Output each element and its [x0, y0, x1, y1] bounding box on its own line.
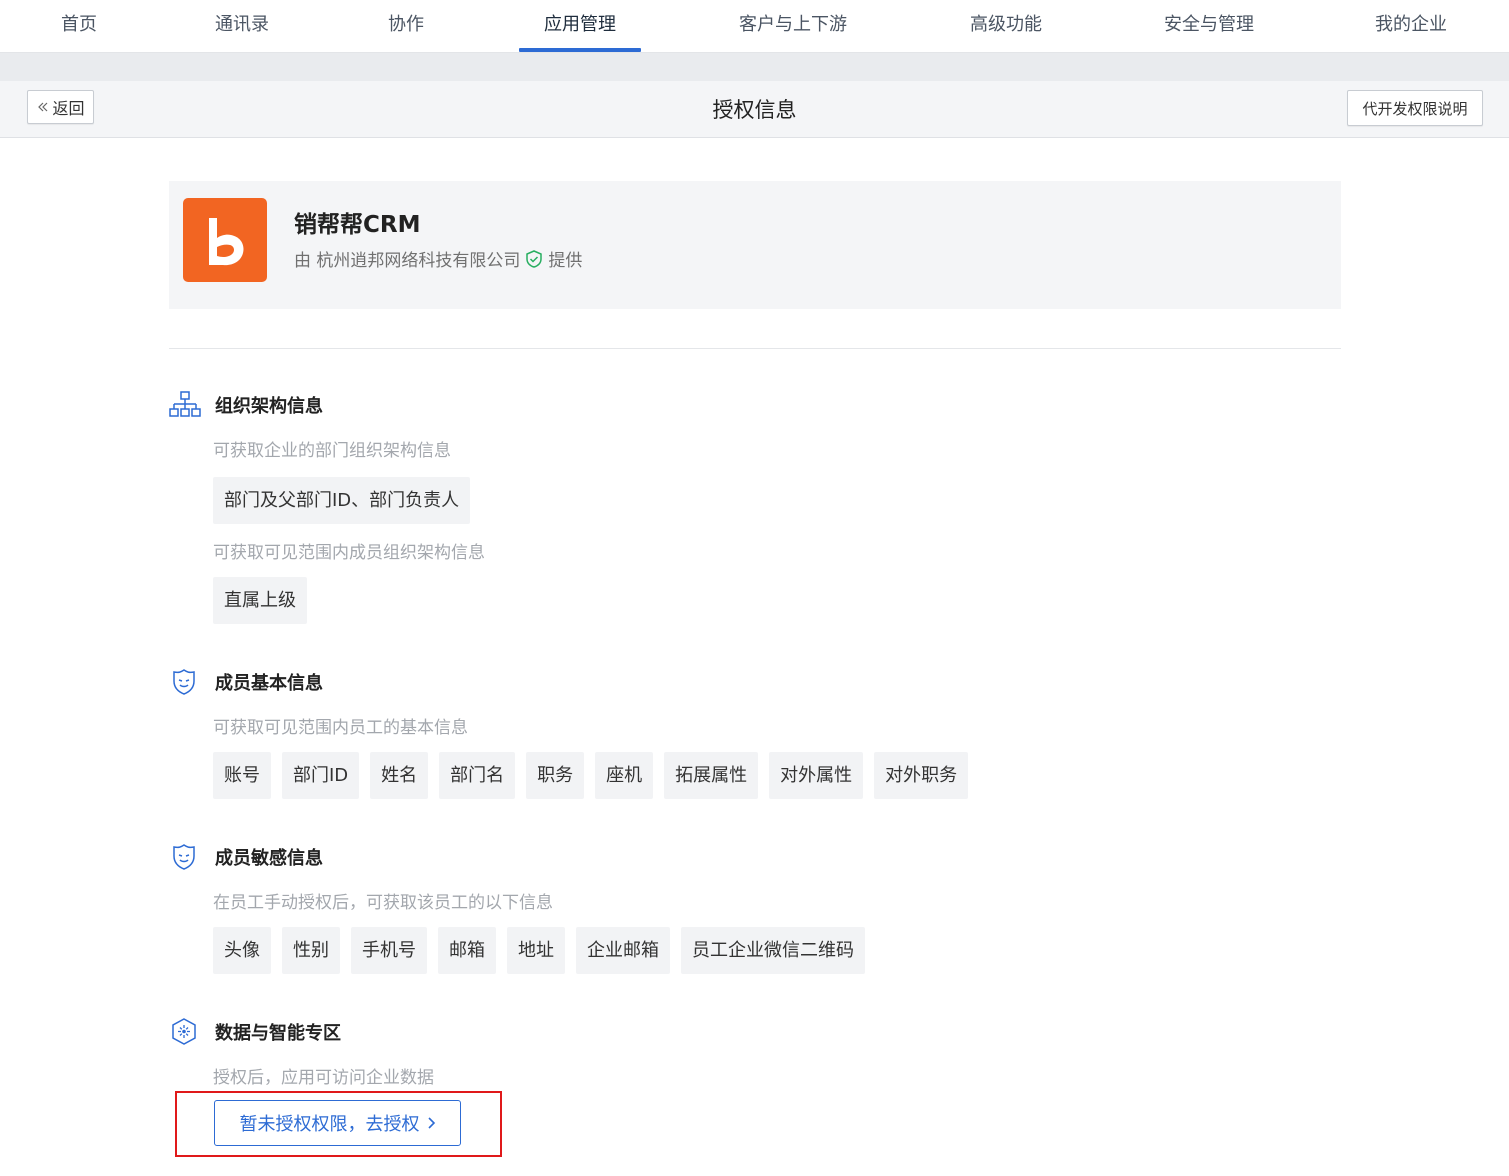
permission-tag: 性别 — [282, 927, 340, 974]
app-info-card: 销帮帮CRM 由 杭州逍邦网络科技有限公司 提供 — [169, 181, 1341, 309]
nav-item-my-enterprise[interactable]: 我的企业 — [1375, 0, 1447, 52]
permission-tag: 地址 — [507, 927, 565, 974]
permission-tag: 员工企业微信二维码 — [681, 927, 865, 974]
permission-tag: 手机号 — [351, 927, 427, 974]
section-member-basic: 成员基本信息 可获取可见范围内员工的基本信息 账号 部门ID 姓名 部门名 职务… — [169, 667, 1341, 807]
section-description: 在员工手动授权后，可获取该员工的以下信息 — [213, 893, 553, 913]
section-data-intelligence: 数据与智能专区 授权后，应用可访问企业数据 — [169, 1017, 1341, 1097]
shield-face-icon — [169, 667, 199, 697]
page-header: 返回 授权信息 代开发权限说明 — [0, 81, 1509, 138]
section-description: 可获取企业的部门组织架构信息 — [213, 441, 451, 461]
permission-tag: 企业邮箱 — [576, 927, 670, 974]
permission-tag: 拓展属性 — [664, 752, 759, 799]
top-navigation: 首页 通讯录 协作 应用管理 客户与上下游 高级功能 安全与管理 我的企业 — [0, 0, 1509, 53]
permission-tag: 部门及父部门ID、部门负责人 — [213, 477, 471, 524]
nav-item-advanced[interactable]: 高级功能 — [970, 0, 1042, 52]
nav-item-home[interactable]: 首页 — [61, 0, 97, 52]
tag-row: 头像 性别 手机号 邮箱 地址 企业邮箱 员工企业微信二维码 — [213, 927, 865, 974]
page-title: 授权信息 — [712, 98, 797, 122]
nav-item-collaboration[interactable]: 协作 — [388, 0, 424, 52]
shield-face-icon — [169, 842, 199, 872]
app-provider: 由 杭州逍邦网络科技有限公司 提供 — [294, 246, 582, 271]
chevron-right-icon — [426, 1116, 436, 1130]
section-description: 可获取可见范围内员工的基本信息 — [213, 718, 468, 738]
highlight-box: 暂未授权权限，去授权 — [175, 1091, 502, 1157]
tag-row: 账号 部门ID 姓名 部门名 职务 座机 拓展属性 对外属性 对外职务 — [213, 752, 969, 799]
permission-tag: 职务 — [526, 752, 585, 799]
permission-tag: 头像 — [213, 927, 271, 974]
tag-row: 直属上级 — [213, 577, 307, 624]
section-description: 授权后，应用可访问企业数据 — [213, 1068, 434, 1088]
permission-tag: 对外属性 — [769, 752, 864, 799]
nav-item-app-management[interactable]: 应用管理 — [544, 0, 616, 52]
tag-row: 部门及父部门ID、部门负责人 — [213, 477, 471, 524]
provider-suffix: 提供 — [548, 251, 583, 271]
permission-tag: 部门名 — [439, 752, 516, 799]
permission-tag: 对外职务 — [874, 752, 969, 799]
nav-item-customers[interactable]: 客户与上下游 — [739, 0, 847, 52]
permission-tag: 姓名 — [370, 752, 429, 799]
org-chart-icon — [169, 390, 201, 420]
section-description: 可获取可见范围内成员组织架构信息 — [213, 543, 485, 563]
permission-help-button[interactable]: 代开发权限说明 — [1347, 90, 1483, 126]
header-spacer — [0, 53, 1509, 81]
section-title: 数据与智能专区 — [215, 1023, 341, 1044]
app-logo — [183, 198, 267, 282]
permission-tag: 账号 — [213, 752, 271, 799]
section-title: 组织架构信息 — [215, 396, 323, 417]
nav-item-security[interactable]: 安全与管理 — [1164, 0, 1254, 52]
section-member-sensitive: 成员敏感信息 在员工手动授权后，可获取该员工的以下信息 头像 性别 手机号 邮箱… — [169, 842, 1341, 982]
shield-check-icon — [524, 249, 544, 269]
permission-tag: 部门ID — [282, 752, 360, 799]
authorize-button-label: 暂未授权权限，去授权 — [239, 1114, 420, 1135]
permission-tag: 直属上级 — [213, 577, 307, 624]
authorize-button[interactable]: 暂未授权权限，去授权 — [214, 1100, 461, 1146]
permission-tag: 邮箱 — [438, 927, 496, 974]
provider-name: 由 杭州逍邦网络科技有限公司 — [294, 251, 521, 271]
section-divider — [169, 348, 1341, 349]
permission-tag: 座机 — [595, 752, 654, 799]
section-title: 成员敏感信息 — [215, 848, 323, 869]
nav-item-contacts[interactable]: 通讯录 — [215, 0, 269, 52]
app-name: 销帮帮CRM — [294, 212, 421, 238]
section-org-structure: 组织架构信息 可获取企业的部门组织架构信息 部门及父部门ID、部门负责人 可获取… — [169, 390, 1341, 630]
active-tab-indicator — [519, 48, 641, 52]
section-title: 成员基本信息 — [215, 673, 323, 694]
sparkle-hexagon-icon — [169, 1017, 199, 1047]
